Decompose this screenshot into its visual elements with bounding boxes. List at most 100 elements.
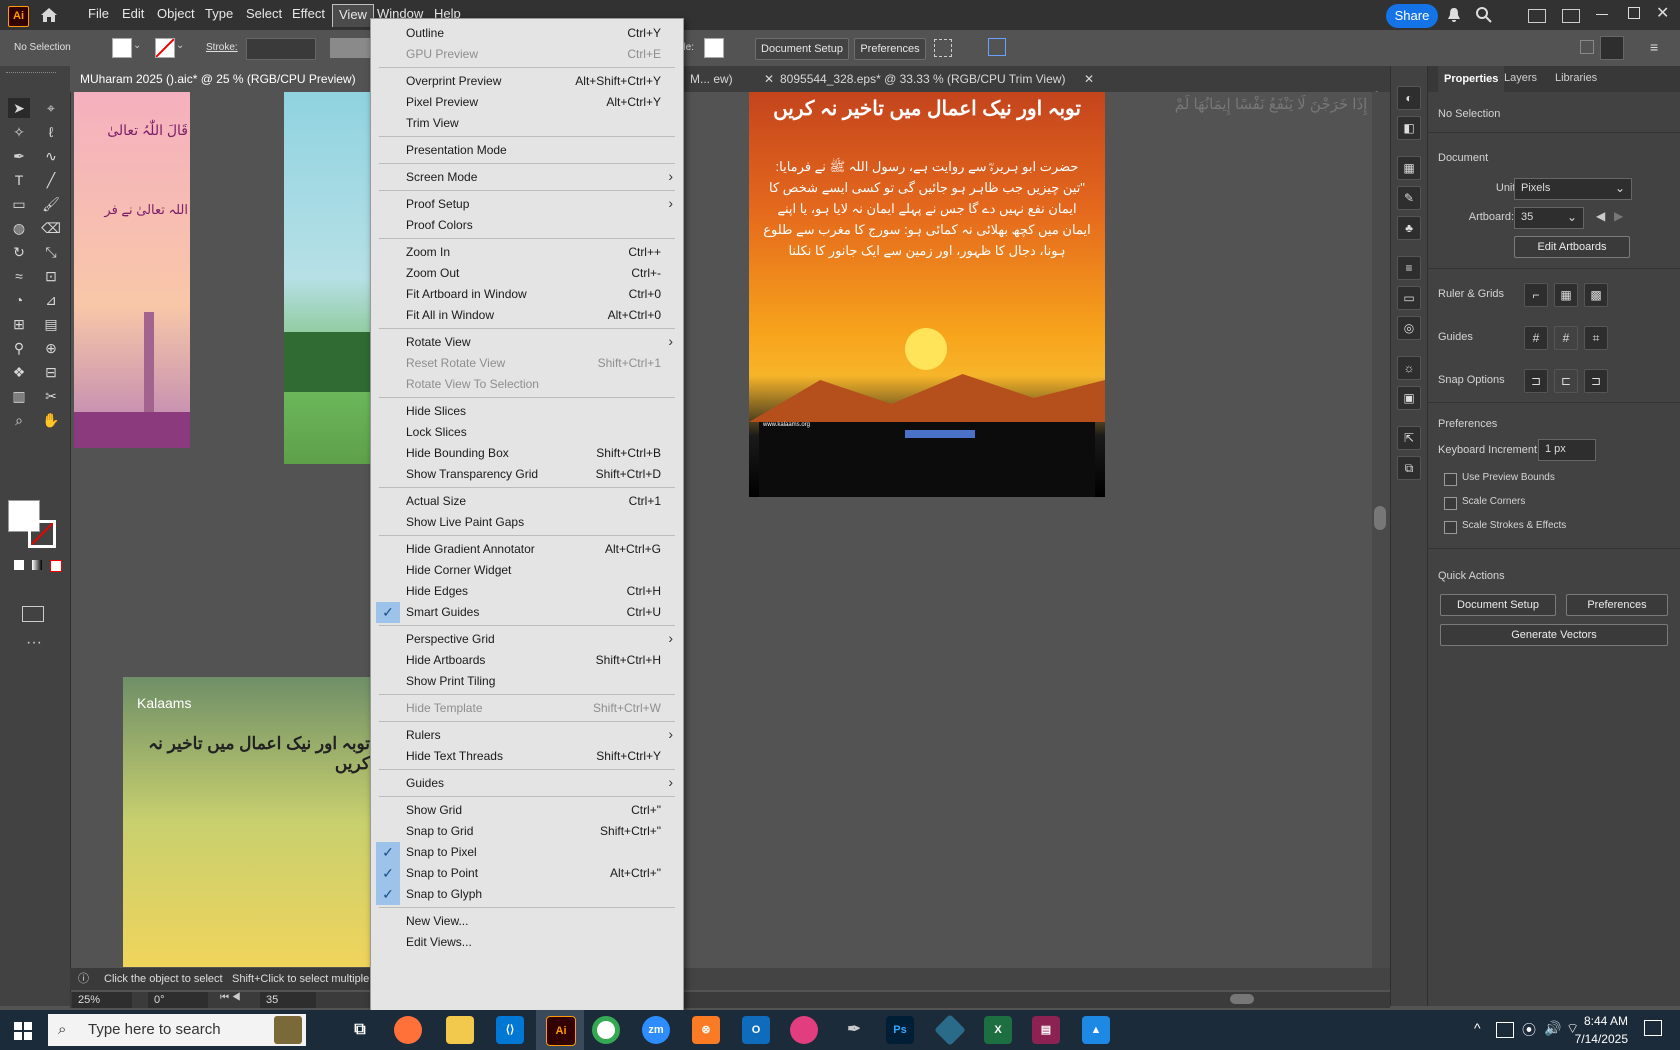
column-graph-tool-icon[interactable]: ▥ [8,386,30,406]
menu-view[interactable]: View [332,4,374,27]
chevron-down-icon[interactable]: ⌄ [133,40,141,51]
restore-icon[interactable] [1628,7,1640,19]
symbols-icon[interactable]: ♣ [1397,216,1421,240]
clock-date[interactable]: 7/14/2025 [1568,1032,1628,1046]
chevron-up-icon[interactable]: ^ [1474,1020,1481,1036]
menu-item-fit-all-in-window[interactable]: Fit All in Window Alt+Ctrl+0 [371,305,683,326]
outlook-icon[interactable]: O [742,1016,770,1044]
menu-item-hide-text-threads[interactable]: Hide Text Threads Shift+Ctrl+Y [371,746,683,767]
shaper-tool-icon[interactable]: ◍ [8,218,30,238]
menu-item-snap-to-point[interactable]: ✓ Snap to Point Alt+Ctrl+" [371,863,683,884]
appearance-icon[interactable]: ☼ [1397,356,1421,380]
next-artboard-icon[interactable]: ▶ [1614,209,1623,223]
tab-properties[interactable]: Properties [1438,66,1505,92]
tab-libraries[interactable]: Libraries [1555,72,1597,84]
smart-guides-icon[interactable]: ⌗ [1584,326,1608,350]
lasso-tool-icon[interactable]: ℓ [40,122,62,142]
file-explorer-icon[interactable] [446,1016,474,1044]
snap-to-pixel-icon[interactable]: ⊐ [1584,369,1608,393]
menu-item-snap-to-grid[interactable]: Snap to Grid Shift+Ctrl+" [371,821,683,842]
menu-type[interactable]: Type [199,0,239,30]
chrome-icon[interactable] [592,1016,620,1044]
app-diamond-icon[interactable] [934,1014,966,1046]
menu-icon[interactable]: ≡ [1650,39,1658,55]
artboard-dropdown[interactable]: 35 ⌄ [1514,207,1584,229]
chevron-down-icon[interactable]: ⌄ [176,40,184,51]
task-view-icon[interactable]: ⧉ [346,1016,374,1044]
quick-document-setup-button[interactable]: Document Setup [1440,594,1556,616]
taskbar-search-input[interactable]: ⌕ Type here to search [48,1014,306,1046]
menu-item-zoom-out[interactable]: Zoom Out Ctrl+- [371,263,683,284]
blend-tool-icon[interactable]: ⊕ [40,338,62,358]
color-guide-icon[interactable]: ◧ [1397,116,1421,140]
vertical-scrollbar[interactable] [1372,92,1390,968]
rulers-icon[interactable]: ⌐ [1524,283,1548,307]
menu-item-snap-to-glyph[interactable]: ✓ Snap to Glyph [371,884,683,905]
use-preview-bounds-checkbox[interactable] [1444,473,1457,486]
artboard-bottom-card[interactable]: Kalaams توبہ اور نیک اعمال میں تاخیر نہ … [123,677,370,967]
swatches-icon[interactable]: ▦ [1397,156,1421,180]
fill-swatch[interactable] [112,38,132,58]
menu-item-actual-size[interactable]: Actual Size Ctrl+1 [371,491,683,512]
excel-icon[interactable]: X [984,1016,1012,1044]
previous-artboard-icon[interactable]: ◀ [1596,209,1605,223]
graphic-styles-icon[interactable]: ▣ [1397,386,1421,410]
arrange-documents-icon[interactable] [1528,9,1546,23]
curvature-tool-icon[interactable]: ∿ [40,146,62,166]
align-icon[interactable] [934,39,952,57]
style-swatch[interactable] [704,38,724,58]
menu-item-show-live-paint-gaps[interactable]: Show Live Paint Gaps [371,512,683,533]
scroll-thumb[interactable] [1374,506,1386,530]
menu-item-hide-gradient-annotator[interactable]: Hide Gradient Annotator Alt+Ctrl+G [371,539,683,560]
menu-file[interactable]: File [82,0,115,30]
shape-builder-tool-icon[interactable]: ◔ [8,290,30,310]
winrar-icon[interactable]: ▤ [1032,1016,1060,1044]
guides-lock-icon[interactable]: # [1554,326,1578,350]
grid-icon[interactable]: ▦ [1554,283,1578,307]
menu-item-overprint-preview[interactable]: Overprint Preview Alt+Shift+Ctrl+Y [371,71,683,92]
menu-item-pixel-preview[interactable]: Pixel Preview Alt+Ctrl+Y [371,92,683,113]
transparency-icon[interactable]: ◎ [1397,316,1421,340]
notifications-icon[interactable] [1644,1020,1662,1036]
menu-item-zoom-in[interactable]: Zoom In Ctrl++ [371,242,683,263]
menu-item-guides[interactable]: Guides › [371,773,683,794]
search-icon[interactable] [1475,6,1493,24]
tab-layers[interactable]: Layers [1504,72,1537,84]
recolor-icon[interactable] [988,38,1006,56]
pen-tool-icon[interactable]: ✒ [8,146,30,166]
menu-item-smart-guides[interactable]: ✓ Smart Guides Ctrl+U [371,602,683,623]
menu-item-hide-edges[interactable]: Hide Edges Ctrl+H [371,581,683,602]
illustrator-icon[interactable]: Ai [546,1016,576,1046]
menu-item-snap-to-pixel[interactable]: ✓ Snap to Pixel [371,842,683,863]
artboard-middle-card[interactable] [284,92,370,464]
screen-mode-icon[interactable] [22,606,44,622]
symbol-sprayer-tool-icon[interactable]: ❖ [8,362,30,382]
edit-artboards-button[interactable]: Edit Artboards [1514,236,1630,258]
eyedropper-tool-icon[interactable]: ⚲ [8,338,30,358]
menu-item-proof-colors[interactable]: Proof Colors [371,215,683,236]
arabic-text-block[interactable]: كُلٌّ إِذَا خَرَجْنَ لَا يَنْفَعُ نَفْسً… [1118,92,1390,212]
menu-item-trim-view[interactable]: Trim View [371,113,683,134]
stroke-panel-icon[interactable]: ≡ [1397,256,1421,280]
vscode-icon[interactable]: ⟨⟩ [496,1016,524,1044]
generate-vectors-button[interactable]: Generate Vectors [1440,624,1668,646]
home-icon[interactable] [38,5,60,25]
transparency-grid-icon[interactable]: ▩ [1584,283,1608,307]
stroke-color-swatch[interactable] [28,520,56,548]
bell-icon[interactable] [1447,7,1461,23]
minimize-icon[interactable] [1596,14,1608,15]
paintbrush-tool-icon[interactable]: 🖌 [40,194,62,214]
photos-icon[interactable]: ▲ [1082,1016,1110,1044]
menu-item-hide-slices[interactable]: Hide Slices [371,401,683,422]
stroke-label[interactable]: Stroke: [206,42,238,53]
tab-eps[interactable]: 8095544_328.eps* @ 33.33 % (RGB/CPU Trim… [770,66,1100,92]
menu-item-presentation-mode[interactable]: Presentation Mode [371,140,683,161]
zoom-level-input[interactable]: 25% [72,992,132,1008]
volume-icon[interactable]: 🔊 [1544,1020,1561,1037]
clock-time[interactable]: 8:44 AM [1568,1014,1628,1028]
photoshop-icon[interactable]: Ps [886,1016,914,1044]
first-artboard-icon[interactable]: ⏮ ◀ [220,992,241,1003]
keyboard-increment-input[interactable]: 1 px [1538,439,1596,461]
menu-item-fit-artboard-in-window[interactable]: Fit Artboard in Window Ctrl+0 [371,284,683,305]
free-transform-tool-icon[interactable]: ⊡ [40,266,62,286]
